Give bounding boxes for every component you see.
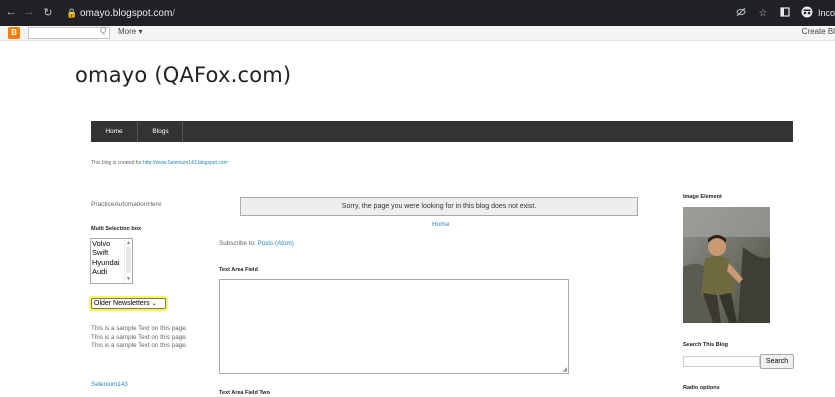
incognito-label: Inco bbox=[817, 8, 835, 18]
url-host: omayo.blogspot.com bbox=[80, 7, 173, 19]
older-newsletters-label: Older Newsletters bbox=[94, 300, 150, 307]
lock-icon: 🔒 bbox=[66, 7, 78, 18]
profile-photo bbox=[683, 207, 770, 323]
pager-divider-left bbox=[217, 224, 422, 226]
text-area-field[interactable]: ◢ bbox=[219, 279, 569, 374]
browser-toolbar: ← → ↻ 🔒 omayo.blogspot.com / ☆ Inco bbox=[0, 0, 835, 26]
chevron-down-icon: ⌄ bbox=[151, 301, 157, 307]
blog-pager: Home bbox=[217, 221, 657, 231]
multi-select-scrollbar[interactable]: ▲ ▼ bbox=[124, 239, 132, 283]
description-link[interactable]: http://www.Selenium143.blogspot.com bbox=[143, 160, 228, 166]
selenium-link[interactable]: Selenium143 bbox=[91, 381, 128, 388]
forward-icon[interactable]: → bbox=[22, 6, 36, 18]
scroll-down-icon[interactable]: ▼ bbox=[126, 276, 131, 282]
error-message: Sorry, the page you were looking for in … bbox=[240, 197, 638, 216]
scroll-up-icon[interactable]: ▲ bbox=[126, 240, 131, 246]
image-element-title: Image Element bbox=[683, 194, 722, 200]
blog-description: This blog is created for http://www.Sele… bbox=[91, 160, 228, 166]
multi-select-title: Multi Selection box bbox=[91, 226, 142, 232]
tab-blogs[interactable]: Blogs bbox=[139, 121, 183, 142]
reload-icon[interactable]: ↻ bbox=[41, 6, 55, 19]
posts-atom-link[interactable]: Posts (Atom) bbox=[258, 240, 294, 247]
blogger-navbar: B Q More ▾ Create Bl bbox=[0, 26, 835, 41]
search-input[interactable] bbox=[683, 356, 760, 367]
older-newsletters-highlight: Older Newsletters ⌄ bbox=[89, 296, 168, 311]
text-area-two-title: Text Area Field Two bbox=[219, 390, 270, 396]
tab-home[interactable]: Home bbox=[91, 121, 138, 142]
create-blog-link[interactable]: Create Bl bbox=[802, 27, 835, 36]
main-nav: Home Blogs bbox=[91, 121, 793, 142]
resize-grip-icon[interactable]: ◢ bbox=[562, 366, 567, 373]
search-button[interactable]: Search bbox=[760, 354, 794, 369]
search-icon[interactable]: Q bbox=[100, 26, 106, 35]
tab-icon[interactable] bbox=[774, 6, 796, 20]
scroll-thumb[interactable] bbox=[126, 247, 131, 273]
blogger-search-input[interactable] bbox=[28, 27, 110, 39]
radio-options-title: Radio options bbox=[683, 385, 720, 391]
practice-text: PracticeAutomationHere bbox=[91, 201, 162, 208]
back-icon[interactable]: ← bbox=[4, 6, 18, 18]
incognito-icon[interactable] bbox=[796, 6, 818, 21]
address-bar[interactable]: 🔒 omayo.blogspot.com / bbox=[66, 4, 676, 22]
subscribe-line: Subscribe to: Posts (Atom) bbox=[219, 240, 294, 247]
blogger-icon[interactable]: B bbox=[8, 27, 20, 39]
pager-divider-right bbox=[467, 224, 657, 226]
toolbar-actions: ☆ Inco bbox=[730, 0, 835, 26]
sample-text: This is a sample Text on this page. This… bbox=[91, 325, 188, 349]
eye-off-icon[interactable] bbox=[730, 7, 752, 20]
star-icon[interactable]: ☆ bbox=[752, 8, 774, 19]
url-path: / bbox=[172, 7, 176, 19]
subscribe-label: Subscribe to: bbox=[219, 240, 258, 247]
older-newsletters-dropdown[interactable]: Older Newsletters ⌄ bbox=[91, 298, 166, 309]
text-area-title: Text Area Field bbox=[219, 267, 258, 273]
description-text: This blog is created for bbox=[91, 160, 143, 166]
search-blog-title: Search This Blog bbox=[683, 342, 728, 348]
more-menu[interactable]: More ▾ bbox=[118, 27, 142, 36]
blog-title[interactable]: omayo (QAFox.com) bbox=[75, 63, 291, 87]
pager-home-link[interactable]: Home bbox=[429, 221, 453, 228]
multi-select-box[interactable]: Volvo Swift Hyundai Audi ▲ ▼ bbox=[90, 238, 133, 284]
